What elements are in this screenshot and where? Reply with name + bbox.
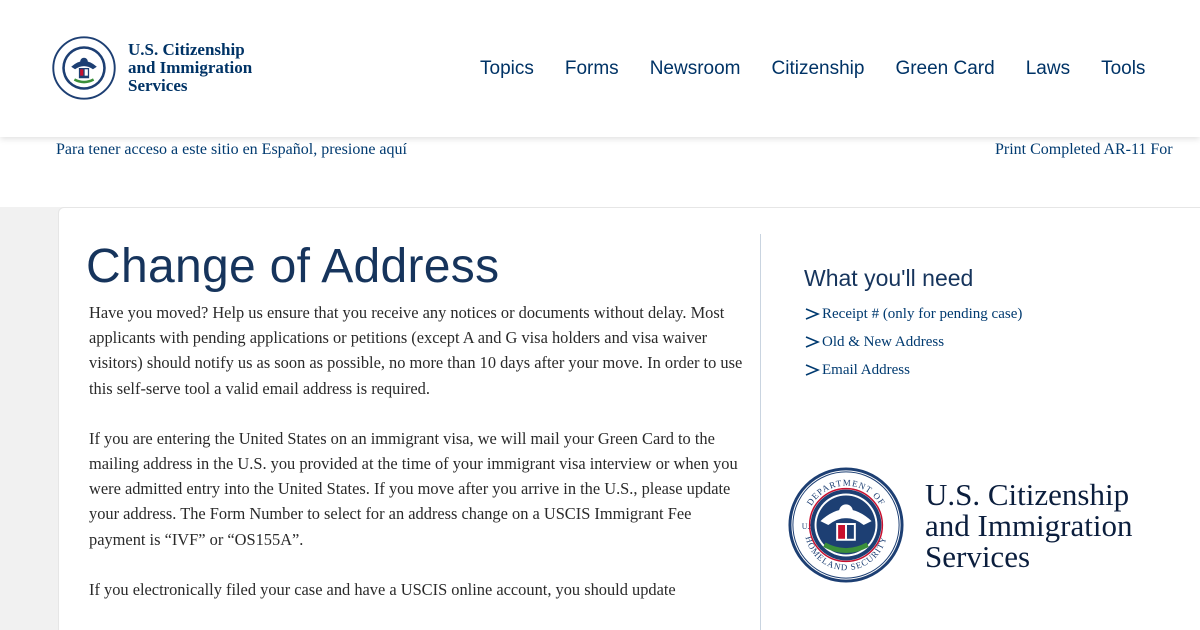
- paragraph: If you are entering the United States on…: [89, 428, 738, 549]
- nav-newsroom[interactable]: Newsroom: [650, 58, 741, 80]
- logo-line: U.S. Citizenship: [128, 40, 245, 59]
- dhs-seal-icon: [52, 36, 116, 100]
- spanish-site-link[interactable]: Para tener acceso a este sitio en Españo…: [56, 141, 407, 159]
- logo-line: and Immigration: [128, 58, 253, 77]
- page-title: Change of Address: [86, 240, 500, 293]
- nav-topics[interactable]: Topics: [480, 58, 534, 80]
- intro-text: Have you moved? Help us ensure that you …: [89, 300, 749, 627]
- chevron-right-icon: [805, 336, 820, 348]
- nav-laws[interactable]: Laws: [1026, 58, 1070, 80]
- requirement-label: Email Address: [822, 361, 910, 378]
- main-nav: Topics Forms Newsroom Citizenship Green …: [480, 58, 1145, 80]
- logo-line: Services: [925, 538, 1031, 574]
- large-logo-text: U.S. Citizenship and Immigration Service…: [925, 479, 1132, 572]
- requirements-sidebar: What you'll need Receipt # (only for pen…: [804, 265, 1022, 384]
- requirements-list: Receipt # (only for pending case) Old & …: [804, 300, 1022, 384]
- nav-citizenship[interactable]: Citizenship: [772, 58, 865, 80]
- sidebar-heading: What you'll need: [804, 265, 974, 291]
- paragraph: Have you moved? Help us ensure that you …: [89, 303, 743, 398]
- requirement-label: Receipt # (only for pending case): [822, 305, 1023, 322]
- column-divider: [760, 234, 761, 630]
- logo-text: U.S. Citizenship and Immigration Service…: [128, 41, 252, 95]
- requirement-item-receipt[interactable]: Receipt # (only for pending case): [804, 300, 1022, 328]
- nav-tools[interactable]: Tools: [1101, 58, 1145, 80]
- uscis-logo-link[interactable]: U.S. Citizenship and Immigration Service…: [52, 36, 252, 100]
- chevron-right-icon: [805, 364, 820, 376]
- logo-line: and Immigration: [925, 507, 1133, 543]
- chevron-right-icon: [805, 308, 820, 320]
- dhs-seal-icon: DEPARTMENT OF HOMELAND SECURITY U.S.: [788, 467, 904, 583]
- site-header: U.S. Citizenship and Immigration Service…: [0, 0, 1200, 137]
- paragraph: If you electronically filed your case an…: [89, 579, 676, 599]
- uscis-large-logo: DEPARTMENT OF HOMELAND SECURITY U.S. U.S…: [787, 466, 1132, 584]
- requirement-label: Old & New Address: [822, 333, 945, 350]
- logo-line: Services: [128, 76, 188, 95]
- requirement-item-address[interactable]: Old & New Address: [804, 328, 1022, 356]
- nav-green-card[interactable]: Green Card: [895, 58, 994, 80]
- print-ar11-link[interactable]: Print Completed AR-11 For: [995, 141, 1173, 159]
- content-panel: Change of Address Have you moved? Help u…: [58, 207, 1200, 630]
- utility-bar: Para tener acceso a este sitio en Españo…: [0, 137, 1200, 207]
- logo-line: U.S. Citizenship: [925, 476, 1130, 512]
- requirement-item-email[interactable]: Email Address: [804, 356, 1022, 384]
- nav-forms[interactable]: Forms: [565, 58, 619, 80]
